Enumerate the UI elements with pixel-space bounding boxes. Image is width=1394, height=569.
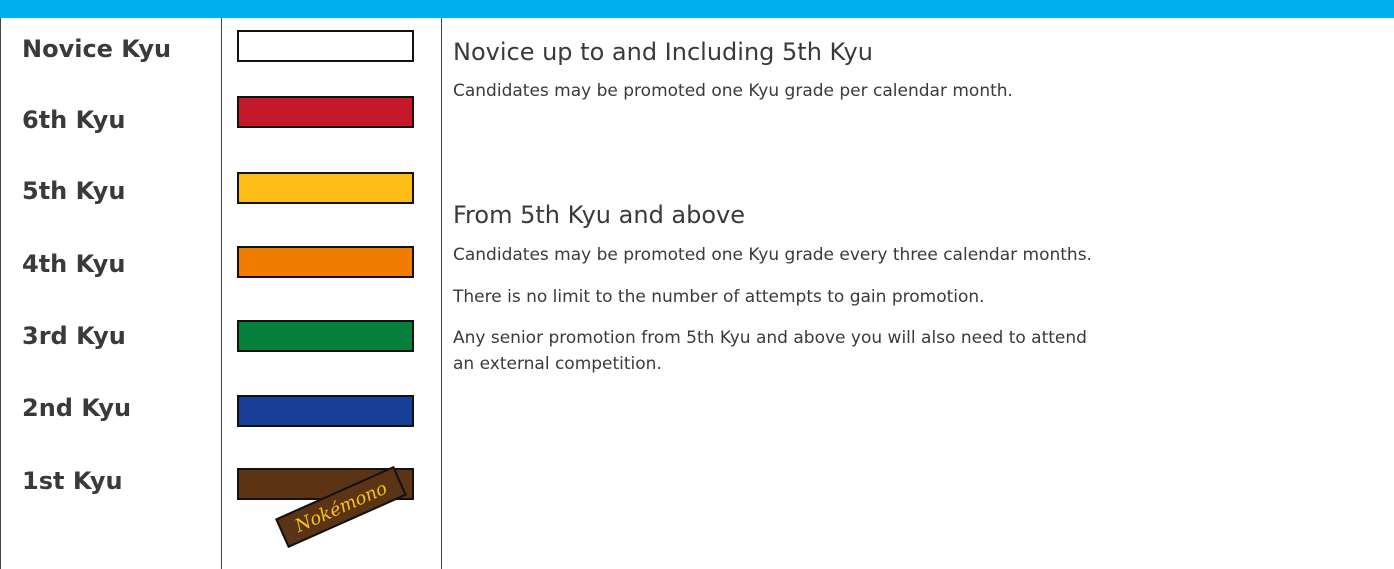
belt-3rd bbox=[237, 320, 414, 352]
section-line: Any senior promotion from 5th Kyu and ab… bbox=[453, 328, 1087, 348]
header-bar bbox=[0, 0, 1394, 18]
grade-label-4th: 4th Kyu bbox=[22, 250, 126, 278]
column-divider-2 bbox=[441, 18, 442, 569]
section-heading-senior: From 5th Kyu and above bbox=[453, 201, 746, 229]
section-line: an external competition. bbox=[453, 354, 662, 374]
belt-novice bbox=[237, 30, 414, 62]
section-line: Candidates may be promoted one Kyu grade… bbox=[453, 81, 1013, 101]
belt-4th bbox=[237, 246, 414, 278]
grade-label-2nd: 2nd Kyu bbox=[22, 394, 132, 422]
grade-label-novice: Novice Kyu bbox=[22, 35, 172, 63]
section-heading-novice: Novice up to and Including 5th Kyu bbox=[453, 38, 873, 66]
belt-2nd bbox=[237, 395, 414, 427]
belt-6th bbox=[237, 96, 414, 128]
belt-5th bbox=[237, 172, 414, 204]
grade-label-6th: 6th Kyu bbox=[22, 106, 126, 134]
section-line: There is no limit to the number of attem… bbox=[453, 287, 985, 307]
grade-label-3rd: 3rd Kyu bbox=[22, 322, 126, 350]
column-divider-1 bbox=[221, 18, 222, 569]
table-border-left bbox=[0, 18, 1, 569]
grade-label-5th: 5th Kyu bbox=[22, 177, 126, 205]
grade-label-1st: 1st Kyu bbox=[22, 467, 123, 495]
section-line: Candidates may be promoted one Kyu grade… bbox=[453, 245, 1092, 265]
